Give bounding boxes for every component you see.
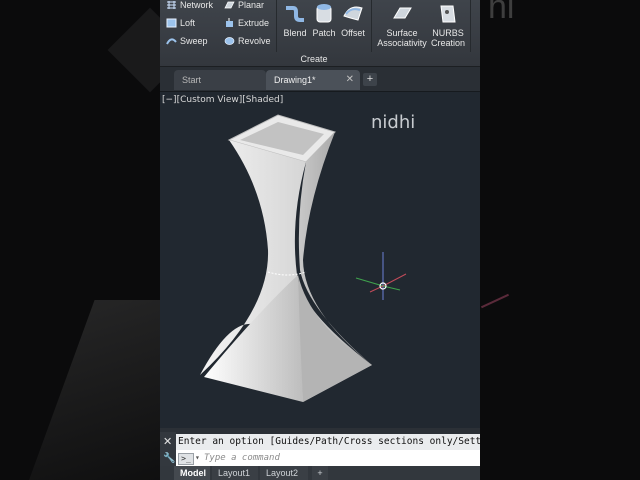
revolve-button[interactable]: Revolve (224, 36, 271, 46)
tab-start-label: Start (182, 75, 202, 85)
extrude-icon (224, 18, 235, 28)
new-tab-button[interactable]: + (363, 73, 377, 86)
extrude-button[interactable]: Extrude (224, 18, 269, 28)
surface-associativity-icon (391, 2, 413, 24)
close-icon[interactable]: ✕ (163, 435, 172, 448)
blend-button[interactable]: Blend (280, 0, 310, 38)
nurbs-creation-label-2: Creation (430, 38, 466, 48)
revolve-label: Revolve (238, 36, 271, 46)
panel-title-create: Create (300, 54, 328, 64)
tab-layout1[interactable]: Layout1 (212, 466, 258, 480)
sweep-label: Sweep (180, 36, 208, 46)
ribbon-surface-create: Network Loft Sweep Planar Extrude Revolv… (160, 0, 480, 67)
loft-button[interactable]: Loft (166, 18, 195, 28)
loft-icon (166, 18, 177, 28)
network-button[interactable]: Network (166, 0, 213, 10)
revolve-icon (224, 36, 235, 46)
ribbon-separator (371, 0, 372, 52)
tab-layout2[interactable]: Layout2 (260, 466, 308, 480)
ucs-icon (355, 252, 407, 300)
wrench-icon[interactable]: 🔧 (163, 453, 175, 464)
prompt-icon[interactable]: >_ (178, 453, 194, 465)
layout-tabs: Model Layout1 Layout2 + (160, 466, 480, 480)
blurred-watermark: hi (488, 0, 515, 26)
ribbon-separator (276, 0, 277, 52)
tab-drawing1[interactable]: Drawing1* ✕ (266, 70, 360, 90)
planar-label: Planar (238, 0, 265, 10)
blend-label: Blend (283, 28, 307, 38)
autocad-window: Network Loft Sweep Planar Extrude Revolv… (160, 0, 480, 480)
chevron-down-icon[interactable]: ▾ (195, 450, 200, 466)
surface-associativity-button[interactable]: Surface Associativity (374, 0, 430, 48)
surface-associativity-label-1: Surface (386, 28, 418, 38)
patch-button[interactable]: Patch (310, 0, 338, 38)
blurred-background-left (0, 0, 160, 480)
nurbs-creation-label-1: NURBS (432, 28, 464, 38)
blend-icon (284, 2, 306, 24)
offset-button[interactable]: Offset (338, 0, 368, 38)
close-tab-icon[interactable]: ✕ (346, 70, 354, 90)
patch-label: Patch (312, 28, 336, 38)
command-line-handle[interactable]: ✕ 🔧 (160, 432, 176, 468)
network-label: Network (180, 0, 214, 10)
command-placeholder: Type a command (204, 453, 280, 463)
sweep-button[interactable]: Sweep (166, 36, 208, 46)
add-layout-button[interactable]: + (312, 466, 328, 480)
nurbs-creation-button[interactable]: NURBS Creation (430, 0, 466, 48)
blurred-shape (107, 7, 160, 93)
offset-icon (342, 2, 364, 24)
command-input[interactable]: >_ ▾ Type a command (176, 450, 480, 466)
loft-label: Loft (180, 18, 196, 28)
surface-associativity-label-2: Associativity (377, 38, 427, 48)
offset-label: Offset (341, 28, 365, 38)
sweep-icon (166, 36, 177, 46)
command-line: ✕ 🔧 Enter an option [Guides/Path/Cross s… (160, 428, 480, 468)
network-icon (166, 0, 177, 10)
file-tabs: Start Drawing1* ✕ + (160, 67, 480, 92)
blurred-background-right: hi (480, 0, 640, 480)
ribbon-separator (470, 0, 471, 52)
nurbs-creation-icon (437, 2, 459, 24)
command-history: Enter an option [Guides/Path/Cross secti… (176, 434, 480, 450)
blurred-axis-line (480, 293, 510, 309)
planar-icon (224, 0, 235, 10)
tab-model[interactable]: Model (174, 466, 210, 480)
viewport-controls[interactable]: [−][Custom View][Shaded] (162, 95, 283, 105)
tab-drawing1-label: Drawing1* (274, 75, 316, 85)
tab-start[interactable]: Start (174, 70, 266, 90)
patch-icon (313, 2, 335, 24)
blurred-vase-shadow (25, 300, 160, 480)
extrude-label: Extrude (238, 18, 270, 28)
planar-button[interactable]: Planar (224, 0, 264, 10)
